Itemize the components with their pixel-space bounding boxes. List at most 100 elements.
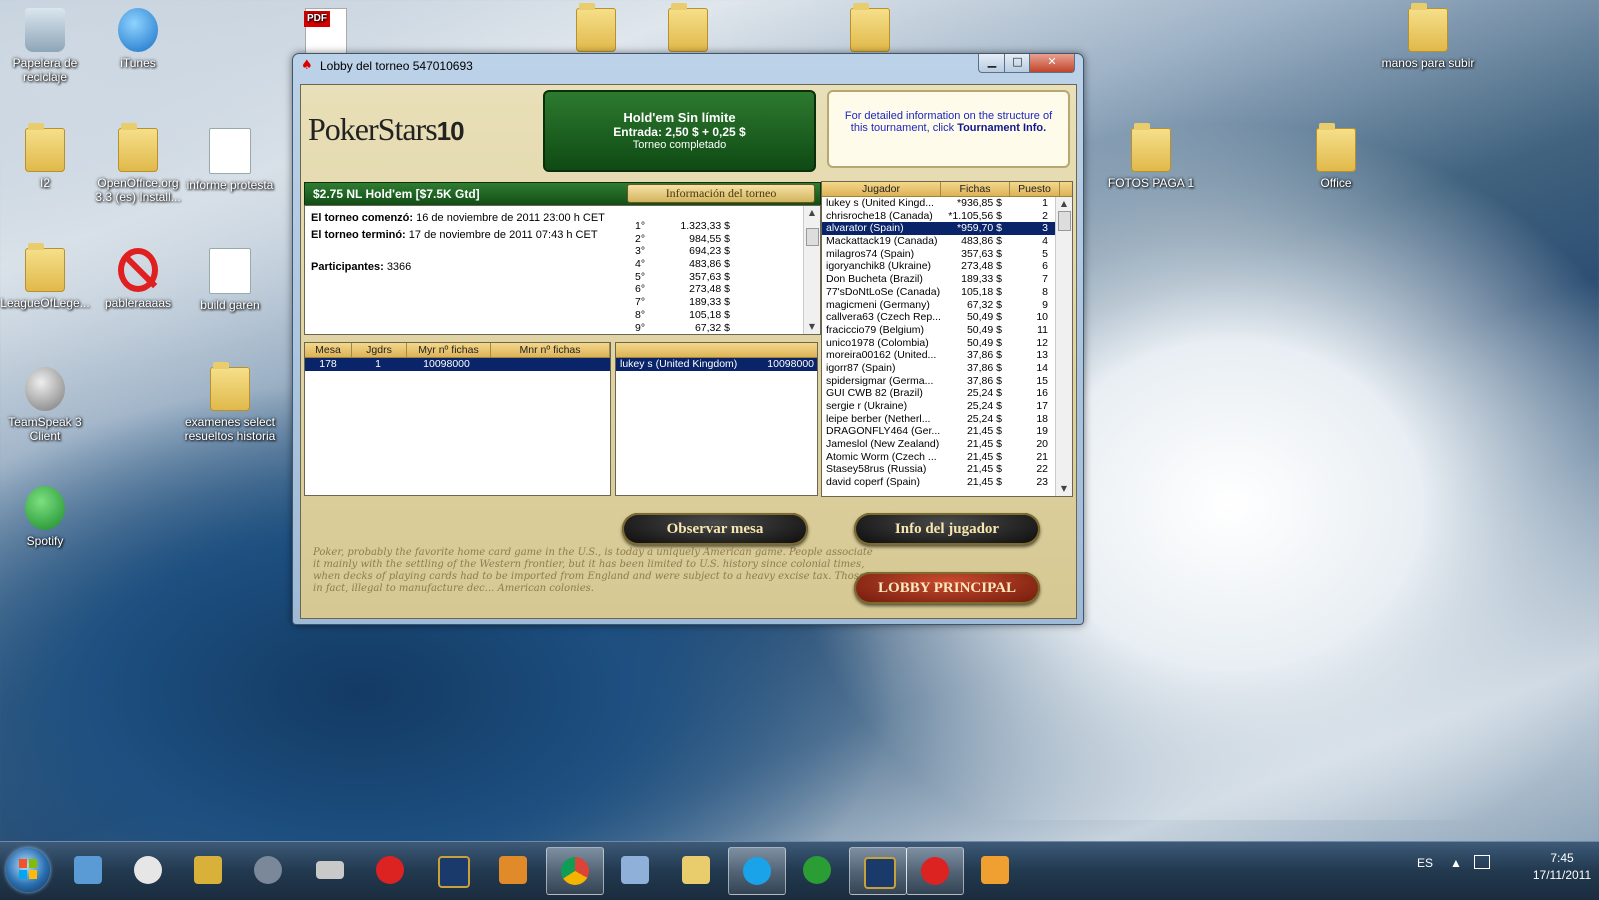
player-row[interactable]: igorr87 (Spain) 37,86 $ 14 <box>822 362 1072 375</box>
player-row[interactable]: Jameslol (New Zealand) 21,45 $ 20 <box>822 438 1072 451</box>
player-place: 2 <box>1042 209 1048 222</box>
taskbar-app-chrome[interactable] <box>546 847 604 895</box>
player-row[interactable]: Atomic Worm (Czech ... 21,45 $ 21 <box>822 451 1072 464</box>
column-header-puesto[interactable]: Puesto <box>1010 182 1060 196</box>
maximize-button[interactable]: □ <box>1004 54 1031 73</box>
desktop-icon-office[interactable]: Office <box>1288 123 1384 190</box>
player-row[interactable]: GUI CWB 82 (Brazil) 25,24 $ 16 <box>822 387 1072 400</box>
tournament-info-button[interactable]: Información del torneo <box>627 184 815 203</box>
scroll-thumb[interactable] <box>806 228 819 246</box>
taskbar-app-skype[interactable] <box>728 847 786 895</box>
scroll-down-icon[interactable]: ▼ <box>1056 482 1072 496</box>
desktop-icon-examenes[interactable]: examenes select resueltos historia <box>182 362 278 443</box>
scroll-up-icon[interactable]: ▲ <box>804 206 820 220</box>
player-row[interactable]: Stasey58rus (Russia) 21,45 $ 22 <box>822 463 1072 476</box>
taskbar-app-pokerstars-running[interactable] <box>906 847 964 895</box>
player-row[interactable]: milagros74 (Spain) 357,63 $ 5 <box>822 248 1072 261</box>
participants-row: Participantes: 3366 <box>311 261 411 273</box>
network-icon[interactable] <box>1474 855 1490 869</box>
taskbar-app-league-running[interactable] <box>849 847 907 895</box>
desktop-icon-recycle-bin[interactable]: Papelera de reciclaje <box>0 8 93 84</box>
player-row[interactable]: Don Bucheta (Brazil) 189,33 $ 7 <box>822 273 1072 286</box>
scroll-down-icon[interactable]: ▼ <box>804 320 820 334</box>
players-rows: lukey s (United Kingd... *936,85 $1 chrisr… <box>822 197 1072 489</box>
desktop-icon-leagueoflegends[interactable]: LeagueOfLege... <box>0 243 93 310</box>
clock-date: 17/11/2011 <box>1532 868 1592 882</box>
table-row[interactable]: 178 1 10098000 <box>305 358 610 371</box>
tray-expand-icon[interactable]: ▲ <box>1450 856 1462 870</box>
taskbar-app-explorer[interactable] <box>668 847 724 893</box>
player-row[interactable]: moreira00162 (United... 37,86 $ 13 <box>822 349 1072 362</box>
prize-row: 4° 483,86 $ <box>635 258 730 271</box>
observe-table-button[interactable]: Observar mesa <box>622 513 808 545</box>
window-titlebar[interactable]: ♠ Lobby del torneo 547010693 ▁ □ ✕ <box>293 54 1083 78</box>
scroll-thumb[interactable] <box>1058 211 1071 231</box>
desktop-icon-pdf[interactable] <box>278 8 374 58</box>
desktop-icon-informe[interactable]: informe protesta <box>182 128 278 192</box>
clock[interactable]: 7:45 17/11/2011 <box>1532 850 1592 884</box>
desktop-icon-itunes[interactable]: iTunes <box>90 8 186 70</box>
desktop-icon-folder-top-3[interactable] <box>822 3 918 56</box>
taskbar-app-games[interactable] <box>60 847 116 893</box>
taskbar-app-paint[interactable] <box>607 847 663 893</box>
player-row[interactable]: igoryanchik8 (Ukraine) 273,48 $ 6 <box>822 260 1072 273</box>
started-value: 16 de noviembre de 2011 23:00 h CET <box>416 212 605 224</box>
desktop-icon-folder-top-2[interactable] <box>640 3 736 56</box>
player-row[interactable]: leipe berber (Netherl... 25,24 $ 18 <box>822 413 1072 426</box>
taskbar-app-editor[interactable] <box>485 847 541 893</box>
taskbar-app-cyclist[interactable] <box>180 847 236 893</box>
language-indicator[interactable]: ES <box>1417 856 1433 870</box>
desktop-icon-i2[interactable]: I2 <box>0 123 93 190</box>
taskbar-app-spotify[interactable] <box>789 847 845 893</box>
table-player-row[interactable]: lukey s (United Kingdom) 10098000 <box>616 358 817 371</box>
minimize-button[interactable]: ▁ <box>978 54 1006 73</box>
start-button[interactable] <box>6 848 50 892</box>
column-header-jugador[interactable]: Jugador <box>822 182 941 196</box>
desktop-icon-spotify[interactable]: Spotify <box>0 486 93 548</box>
column-header-jgdrs[interactable]: Jgdrs <box>352 343 407 357</box>
column-header-mesa[interactable]: Mesa <box>305 343 352 357</box>
desktop-icon-build-garen[interactable]: build garen <box>182 248 278 312</box>
main-lobby-button[interactable]: LOBBY PRINCIPAL <box>854 572 1040 604</box>
player-row[interactable]: fraciccio79 (Belgium) 50,49 $ 11 <box>822 324 1072 337</box>
details-scrollbar[interactable]: ▲ ▼ <box>803 206 820 334</box>
desktop-icon-openoffice[interactable]: OpenOffice.org 3.3 (es) Install... <box>90 123 186 204</box>
tournament-info-link[interactable]: Tournament Info. <box>957 122 1046 134</box>
table-players-header <box>616 343 817 358</box>
column-header-max-chips[interactable]: Myr nº fichas <box>407 343 491 357</box>
column-header-min-chips[interactable]: Mnr nº fichas <box>491 343 610 357</box>
taskbar-app-keyboard[interactable] <box>302 847 358 893</box>
desktop-icon-manos[interactable]: manos para subir <box>1380 3 1476 70</box>
player-row[interactable]: magicmeni (Germany) 67,32 $ 9 <box>822 299 1072 312</box>
players-scrollbar[interactable]: ▲ ▼ <box>1055 197 1072 496</box>
player-row[interactable]: callvera63 (Czech Rep... 50,49 $ 10 <box>822 311 1072 324</box>
player-row[interactable]: DRAGONFLY464 (Ger... 21,45 $ 19 <box>822 425 1072 438</box>
scroll-up-icon[interactable]: ▲ <box>1056 197 1072 211</box>
taskbar-app-messenger[interactable] <box>120 847 176 893</box>
player-row[interactable]: 77'sDoNtLoSe (Canada) 105,18 $ 8 <box>822 286 1072 299</box>
player-row[interactable]: alvarator (Spain) *959,70 $ 3 <box>822 222 1072 236</box>
prize-row: 7° 189,33 $ <box>635 296 730 309</box>
player-place: 12 <box>1036 336 1048 349</box>
player-row[interactable]: lukey s (United Kingd... *936,85 $ 1 <box>822 197 1072 210</box>
player-row[interactable]: spidersigmar (Germa... 37,86 $ 15 <box>822 375 1072 388</box>
close-button[interactable]: ✕ <box>1029 54 1075 73</box>
desktop-icon-pableraaaas[interactable]: pableraaaas <box>90 248 186 310</box>
taskbar-app-league[interactable] <box>424 847 480 893</box>
taskbar-app-pokerstars[interactable] <box>362 847 418 893</box>
tournament-header-bar: $2.75 NL Hold'em [$7.5K Gtd] Información… <box>304 182 821 206</box>
desktop-icon-fotos[interactable]: FOTOS PAGA 1 <box>1103 123 1199 190</box>
desktop-icon-folder-top-1[interactable] <box>548 3 644 56</box>
column-header-fichas[interactable]: Fichas <box>941 182 1010 196</box>
prize-row: 3° 694,23 $ <box>635 245 730 258</box>
player-row[interactable]: sergie r (Ukraine) 25,24 $ 17 <box>822 400 1072 413</box>
player-row[interactable]: Mackattack19 (Canada) 483,86 $ 4 <box>822 235 1072 248</box>
taskbar-app-media-player[interactable] <box>967 847 1023 893</box>
desktop-icon-teamspeak[interactable]: TeamSpeak 3 Client <box>0 367 93 443</box>
no-entry-icon <box>118 248 158 292</box>
taskbar-app-teamspeak[interactable] <box>240 847 296 893</box>
player-row[interactable]: unico1978 (Colombia) 50,49 $ 12 <box>822 337 1072 350</box>
player-info-button[interactable]: Info del jugador <box>854 513 1040 545</box>
player-row[interactable]: chrisroche18 (Canada) *1.105,56 $ 2 <box>822 210 1072 223</box>
player-row[interactable]: david coperf (Spain) 21,45 $ 23 <box>822 476 1072 489</box>
